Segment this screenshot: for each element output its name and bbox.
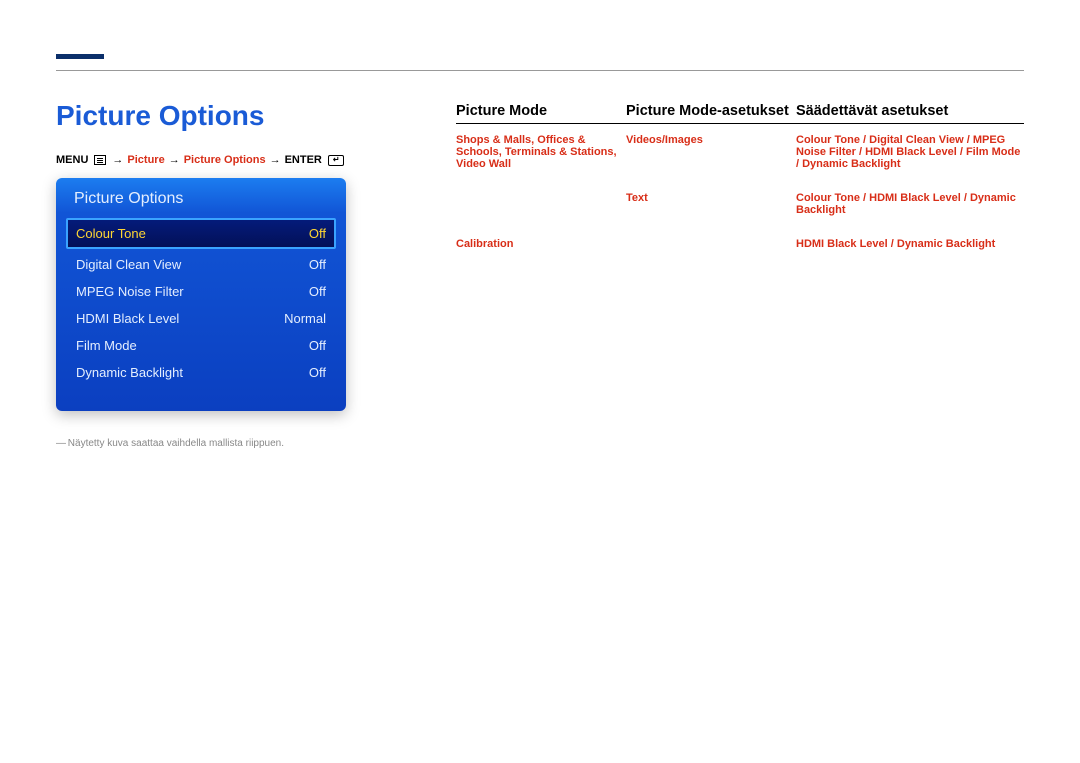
osd-value: Off: [309, 226, 326, 241]
osd-row-colour-tone[interactable]: Colour Tone Off: [66, 218, 336, 249]
osd-label: Colour Tone: [76, 226, 146, 241]
table-row: Shops & Malls, Offices & Schools, Termin…: [456, 124, 1024, 182]
table-header-picture-mode: Picture Mode: [456, 103, 626, 119]
breadcrumb-seg-picture: Picture: [127, 154, 164, 166]
footnote: ― Näytetty kuva saattaa vaihdella mallis…: [56, 438, 284, 449]
osd-label: Dynamic Backlight: [76, 365, 183, 380]
cell-picture-mode: Calibration: [456, 238, 626, 250]
osd-value: Off: [309, 257, 326, 272]
header-accent: [56, 54, 104, 59]
osd-panel: Picture Options Colour Tone Off Digital …: [56, 178, 346, 411]
table-row: Text Colour Tone / HDMI Black Level / Dy…: [456, 182, 1024, 228]
table-row: Calibration HDMI Black Level / Dynamic B…: [456, 228, 1024, 262]
cell-picture-mode-asetukset: Videos/Images: [626, 134, 796, 170]
osd-value: Off: [309, 284, 326, 299]
table-header-picture-mode-asetukset: Picture Mode-asetukset: [626, 103, 796, 119]
osd-value: Normal: [284, 311, 326, 326]
footnote-text: Näytetty kuva saattaa vaihdella mallista…: [68, 438, 284, 449]
cell-picture-mode-asetukset: [626, 238, 796, 250]
cell-picture-mode: [456, 192, 626, 216]
breadcrumb-arrow: →: [169, 154, 180, 166]
cell-saadetettavat: Colour Tone / HDMI Black Level / Dynamic…: [796, 192, 1024, 216]
cell-saadetettavat: HDMI Black Level / Dynamic Backlight: [796, 238, 1024, 250]
breadcrumb-seg-picture-options: Picture Options: [184, 154, 266, 166]
settings-table: Picture Mode Picture Mode-asetukset Sääd…: [456, 103, 1024, 262]
page-title: Picture Options: [56, 100, 264, 132]
breadcrumb-enter: ENTER: [285, 154, 322, 166]
breadcrumb-menu: MENU: [56, 154, 88, 166]
osd-row-hdmi-black-level[interactable]: HDMI Black Level Normal: [66, 305, 336, 332]
enter-icon: [328, 155, 344, 166]
osd-label: MPEG Noise Filter: [76, 284, 184, 299]
osd-row-mpeg-noise-filter[interactable]: MPEG Noise Filter Off: [66, 278, 336, 305]
osd-title: Picture Options: [66, 186, 336, 216]
osd-value: Off: [309, 365, 326, 380]
breadcrumb-arrow: →: [270, 154, 281, 166]
table-header-row: Picture Mode Picture Mode-asetukset Sääd…: [456, 103, 1024, 124]
footnote-dash: ―: [56, 438, 65, 449]
cell-picture-mode: Shops & Malls, Offices & Schools, Termin…: [456, 134, 626, 170]
osd-label: HDMI Black Level: [76, 311, 179, 326]
osd-value: Off: [309, 338, 326, 353]
table-header-saadetettavat: Säädettävät asetukset: [796, 103, 1024, 119]
osd-row-digital-clean-view[interactable]: Digital Clean View Off: [66, 251, 336, 278]
osd-label: Digital Clean View: [76, 257, 181, 272]
breadcrumb: MENU → Picture → Picture Options → ENTER: [56, 154, 346, 166]
menu-icon: [94, 155, 106, 165]
cell-picture-mode-asetukset: Text: [626, 192, 796, 216]
osd-row-dynamic-backlight[interactable]: Dynamic Backlight Off: [66, 359, 336, 386]
osd-row-film-mode[interactable]: Film Mode Off: [66, 332, 336, 359]
cell-saadetettavat: Colour Tone / Digital Clean View / MPEG …: [796, 134, 1024, 170]
header-rule: [56, 70, 1024, 71]
osd-label: Film Mode: [76, 338, 137, 353]
breadcrumb-arrow: →: [112, 154, 123, 166]
